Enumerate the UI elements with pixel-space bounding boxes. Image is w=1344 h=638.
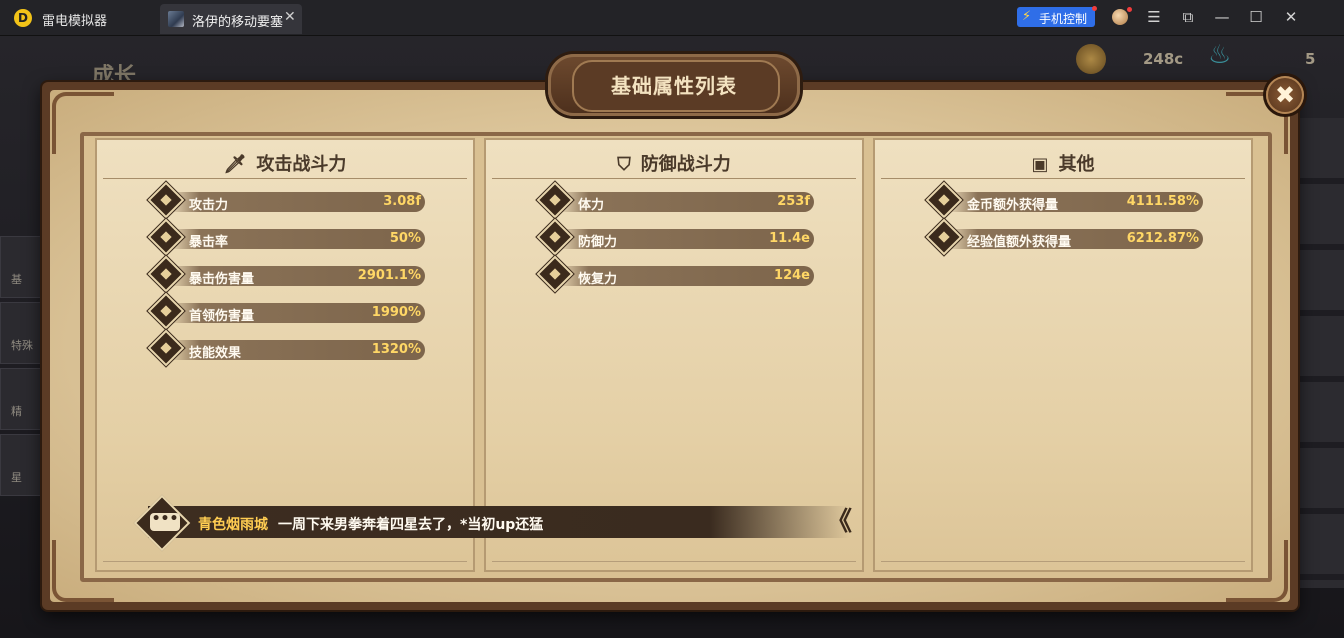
emulator-titlebar: D 雷电模拟器 洛伊的移动要塞 ✕ ⚡ 手机控制 ☰ ⧉ — ☐ ✕ xyxy=(0,0,1344,36)
side-tab-label: 精 xyxy=(11,405,22,418)
divider xyxy=(492,178,856,179)
stat-row: 暴击率 50% xyxy=(147,218,425,256)
avatar-notification-dot xyxy=(1127,7,1132,12)
column-title: 攻击战斗力 xyxy=(256,154,347,175)
stat-row: 恢复力 124e xyxy=(536,255,814,293)
modal-title: 基础属性列表 xyxy=(611,74,737,98)
stat-value: 3.08f xyxy=(383,194,421,209)
stat-value: 253f xyxy=(777,194,810,209)
side-tab-label: 基 xyxy=(11,273,22,286)
phone-control-button[interactable]: ⚡ 手机控制 xyxy=(1017,7,1095,27)
coin-icon xyxy=(1076,44,1106,74)
chat-bubble-icon[interactable]: ••• xyxy=(150,512,180,531)
stat-label: 经验值额外获得量 xyxy=(967,235,1072,250)
tab-game[interactable]: 洛伊的移动要塞 ✕ xyxy=(160,4,302,34)
screenshot-icon[interactable]: ⧉ xyxy=(1179,8,1197,26)
stat-value: 6212.87% xyxy=(1126,231,1199,246)
chest-icon: ▣ xyxy=(1031,154,1049,175)
right-side-list xyxy=(1298,118,1344,588)
stat-value: 124e xyxy=(774,268,810,283)
divider xyxy=(492,561,856,562)
sword-icon: 🗡 xyxy=(223,154,247,175)
energy-value: 5 xyxy=(1305,50,1316,68)
chat-username: 青色烟雨城 xyxy=(198,517,268,533)
menu-icon[interactable]: ☰ xyxy=(1145,8,1163,26)
column-header: ▣ 其他 xyxy=(875,150,1251,176)
maximize-icon[interactable]: ☐ xyxy=(1247,8,1265,26)
energy-flame-icon: ♨ xyxy=(1208,40,1232,70)
divider xyxy=(881,561,1245,562)
stat-row: 体力 253f xyxy=(536,181,814,219)
side-tab-elite[interactable]: 精 xyxy=(0,368,46,430)
shield-icon: ⛉ xyxy=(617,154,631,175)
stat-label: 攻击力 xyxy=(189,198,229,213)
stat-row: 攻击力 3.08f xyxy=(147,181,425,219)
stat-value: 2901.1% xyxy=(357,268,421,283)
user-avatar-icon[interactable] xyxy=(1112,9,1128,25)
column-title: 其他 xyxy=(1058,154,1095,175)
minimize-icon[interactable]: — xyxy=(1213,8,1231,26)
side-tab-label: 星 xyxy=(11,471,22,484)
tab-label: 洛伊的移动要塞 xyxy=(192,15,284,30)
stat-label: 体力 xyxy=(578,198,605,213)
stat-label: 暴击伤害量 xyxy=(189,272,255,287)
stat-value: 1320% xyxy=(371,342,421,357)
stat-value: 11.4e xyxy=(769,231,810,246)
stat-row: 技能效果 1320% xyxy=(147,329,425,367)
stat-label: 暴击率 xyxy=(189,235,229,250)
column-header: ⛉ 防御战斗力 xyxy=(486,150,862,176)
other-column: ▣ 其他 金币额外获得量 4111.58% 经验值额外获得量 6212.87% xyxy=(873,138,1253,572)
app-name: 雷电模拟器 xyxy=(42,14,108,29)
lightning-icon: ⚡ xyxy=(1022,9,1032,24)
tab-close-icon[interactable]: ✕ xyxy=(284,9,296,25)
stat-row: 首领伤害量 1990% xyxy=(147,292,425,330)
stat-label: 金币额外获得量 xyxy=(967,198,1059,213)
column-header: 🗡 攻击战斗力 xyxy=(97,150,473,176)
stat-row: 金币额外获得量 4111.58% xyxy=(925,181,1203,219)
column-title: 防御战斗力 xyxy=(640,154,731,175)
stat-value: 1990% xyxy=(371,305,421,320)
modal-close-button[interactable]: ✖ xyxy=(1266,76,1304,114)
game-thumbnail-icon xyxy=(168,11,184,27)
ldplayer-logo-icon: D xyxy=(14,9,32,27)
stat-label: 技能效果 xyxy=(189,346,242,361)
divider xyxy=(103,561,467,562)
side-tab-star[interactable]: 星 xyxy=(0,434,46,496)
stat-label: 恢复力 xyxy=(578,272,618,287)
phone-control-label: 手机控制 xyxy=(1039,12,1088,26)
stat-value: 50% xyxy=(389,231,421,246)
chat-collapse-icon[interactable]: 《 xyxy=(826,504,856,540)
stat-label: 防御力 xyxy=(578,235,618,250)
divider xyxy=(103,178,467,179)
stat-row: 暴击伤害量 2901.1% xyxy=(147,255,425,293)
side-tab-label: 特殊 xyxy=(11,339,33,352)
divider xyxy=(881,178,1245,179)
side-tab-basic[interactable]: 基 xyxy=(0,236,46,298)
notification-dot xyxy=(1092,6,1097,11)
stat-row: 经验值额外获得量 6212.87% xyxy=(925,218,1203,256)
chat-message: 一周下来男拳奔着四星去了，*当初up还猛 xyxy=(278,517,544,533)
close-window-icon[interactable]: ✕ xyxy=(1282,8,1300,26)
coin-value: 248c xyxy=(1143,50,1184,68)
stat-row: 防御力 11.4e xyxy=(536,218,814,256)
side-tab-special[interactable]: 特殊 xyxy=(0,302,46,364)
stat-value: 4111.58% xyxy=(1126,194,1199,209)
stat-label: 首领伤害量 xyxy=(189,309,255,324)
